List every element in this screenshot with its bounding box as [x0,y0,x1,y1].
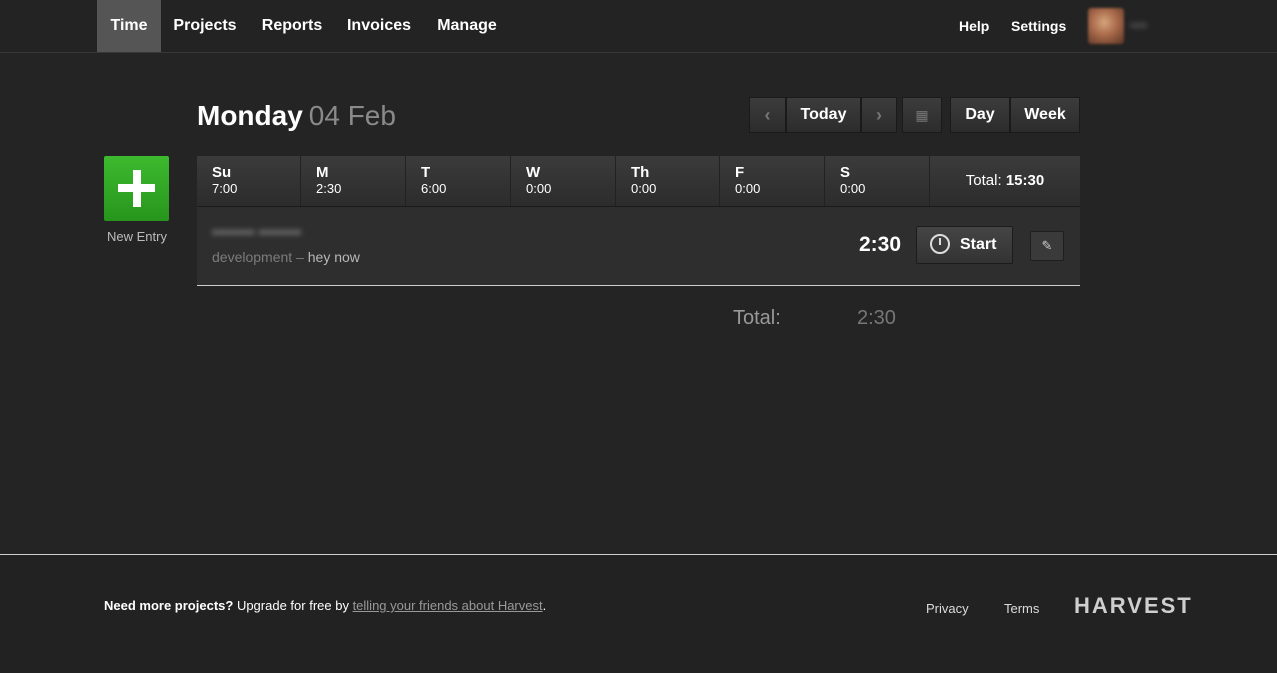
week-strip: Su 7:00 M 2:30 T 6:00 W 0:00 Th 0:00 F 0… [197,156,1080,207]
top-navigation-bar: Time Projects Reports Invoices Manage He… [0,0,1277,53]
privacy-link[interactable]: Privacy [926,601,969,616]
nav-item-invoices[interactable]: Invoices [335,0,423,52]
week-day-friday[interactable]: F 0:00 [720,156,825,206]
chevron-left-icon: ‹ [764,105,771,125]
day-hours: 2:30 [316,181,342,196]
next-day-button[interactable]: › [861,97,897,133]
day-total-label: Total: [733,307,781,329]
start-label: Start [960,236,997,253]
entry-notes: hey now [307,249,360,265]
plus-icon-vertical [133,170,141,207]
entry-hours: 2:30 [858,233,901,256]
day-total-value: 2:30 [857,307,896,329]
avatar[interactable] [1088,8,1124,44]
week-day-monday[interactable]: M 2:30 [301,156,406,206]
time-entry-row: ▪▪▪▪▪▪▪▪ ▪▪▪▪▪▪▪▪ development – hey now … [197,207,1080,286]
new-entry-button[interactable] [104,156,169,221]
footer-promo: Need more projects? Upgrade for free by … [104,598,546,613]
week-day-tuesday[interactable]: T 6:00 [406,156,511,206]
terms-link[interactable]: Terms [1004,601,1039,616]
day-hours: 0:00 [526,181,552,196]
week-day-sunday[interactable]: Su 7:00 [197,156,301,206]
day-name: Monday [197,100,303,131]
calendar-picker: ▦ [902,97,942,133]
day-abbrev: M [316,164,329,181]
day-hours: 0:00 [840,181,866,196]
referral-link[interactable]: telling your friends about Harvest [353,598,543,613]
week-total: Total: 15:30 [930,156,1080,206]
day-abbrev: Su [212,164,232,181]
week-day-thursday[interactable]: Th 0:00 [616,156,720,206]
week-total-label: Total: [965,172,1002,189]
date-label: 04 Feb [308,100,396,131]
entry-separator: – [296,249,304,265]
day-abbrev: S [840,164,851,181]
help-link[interactable]: Help [959,0,989,52]
promo-bold: Need more projects? [104,598,234,613]
day-abbrev: F [735,164,745,181]
chevron-right-icon: › [876,105,882,125]
calendar-icon: ▦ [915,107,929,123]
edit-entry-button[interactable]: ✎ [1030,231,1064,261]
calendar-button[interactable]: ▦ [902,97,942,133]
today-button[interactable]: Today [786,97,861,133]
nav-item-manage[interactable]: Manage [423,0,511,52]
timer-icon [930,234,950,254]
day-hours: 0:00 [735,181,761,196]
day-hours: 6:00 [421,181,447,196]
start-timer-button[interactable]: Start [916,226,1013,264]
day-abbrev: T [421,164,431,181]
date-navigation: ‹ Today › [749,97,897,133]
nav-item-reports[interactable]: Reports [249,0,335,52]
new-entry-label: New Entry [107,229,167,244]
nav-item-projects[interactable]: Projects [161,0,249,52]
week-view-button[interactable]: Week [1010,97,1080,133]
footer: Need more projects? Upgrade for free by … [0,554,1277,673]
settings-link[interactable]: Settings [1011,0,1066,52]
nav-item-time[interactable]: Time [97,0,161,52]
entry-task: development [212,249,293,265]
day-hours: 7:00 [212,181,238,196]
day-abbrev: Th [631,164,650,181]
promo-text: Upgrade for free by [233,598,353,613]
promo-end: . [542,598,547,613]
day-abbrev: W [526,164,541,181]
entry-project-redacted: ▪▪▪▪▪▪▪▪ ▪▪▪▪▪▪▪▪ [212,224,302,241]
view-toggle: Day Week [950,97,1080,133]
user-name-redacted[interactable]: ▪▪▪▪ [1130,18,1147,32]
harvest-logo[interactable]: HARVEST [1074,593,1193,619]
entry-task-line: development – hey now [212,249,360,265]
day-view-button[interactable]: Day [950,97,1010,133]
week-day-saturday[interactable]: S 0:00 [825,156,930,206]
day-hours: 0:00 [631,181,657,196]
page-title: Monday 04 Feb [197,98,396,134]
pencil-icon: ✎ [1041,238,1053,253]
week-day-wednesday[interactable]: W 0:00 [511,156,616,206]
week-total-value: 15:30 [1005,172,1045,189]
previous-day-button[interactable]: ‹ [749,97,786,133]
